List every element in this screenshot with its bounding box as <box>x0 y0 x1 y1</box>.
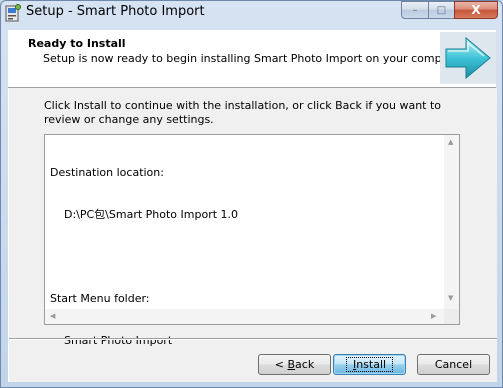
installer-app-icon <box>5 4 21 22</box>
summary-line: D:\PC包\Smart Photo Import 1.0 <box>50 208 239 221</box>
maximize-button[interactable]: □ <box>428 1 454 19</box>
install-button[interactable]: Install <box>333 354 406 375</box>
wizard-content: Click Install to continue with the insta… <box>8 88 497 382</box>
maximize-icon: □ <box>436 4 447 16</box>
page-subtitle: Setup is now ready to begin installing S… <box>43 52 467 65</box>
install-summary-text: Destination location: D:\PC包\Smart Photo… <box>50 138 238 376</box>
install-summary-memo[interactable]: Destination location: D:\PC包\Smart Photo… <box>44 134 460 347</box>
wizard-header: Ready to Install Setup is now ready to b… <box>8 30 496 88</box>
scroll-up-icon[interactable]: ▲ <box>448 139 453 146</box>
vertical-scrollbar[interactable]: ▲ ▼ <box>444 135 459 309</box>
summary-line: Start Menu folder: <box>50 292 150 305</box>
window-title: Setup - Smart Photo Import <box>26 4 205 19</box>
scrollbar-corner <box>444 309 459 324</box>
close-icon: X <box>471 3 481 17</box>
instructions-text: Click Install to continue with the insta… <box>44 99 442 126</box>
button-separator <box>9 338 497 340</box>
minimize-button[interactable]: – <box>401 1 428 19</box>
horizontal-scrollbar[interactable]: ◀ ▶ <box>45 309 444 324</box>
scroll-right-icon[interactable]: ▶ <box>431 313 436 320</box>
summary-line <box>50 250 238 264</box>
title-bar[interactable]: Setup - Smart Photo Import – □ X <box>1 1 502 28</box>
minimize-icon: – <box>412 4 418 16</box>
cancel-button-label: Cancel <box>434 358 473 371</box>
setup-window: Setup - Smart Photo Import – □ X Ready t… <box>0 0 503 388</box>
cancel-button[interactable]: Cancel <box>417 354 490 375</box>
caption-buttons: – □ X <box>401 1 498 20</box>
scroll-down-icon[interactable]: ▼ <box>448 295 453 302</box>
close-button[interactable]: X <box>454 1 498 19</box>
summary-line: Destination location: <box>50 166 164 179</box>
back-button-label: < Back <box>274 358 315 371</box>
back-button[interactable]: < Back <box>258 354 331 375</box>
page-title: Ready to Install <box>28 37 126 50</box>
summary-line: Smart Photo Import <box>50 334 173 347</box>
wizard-arrow-icon <box>440 32 496 84</box>
scroll-left-icon[interactable]: ◀ <box>50 313 55 320</box>
install-button-label: Install <box>345 357 394 372</box>
